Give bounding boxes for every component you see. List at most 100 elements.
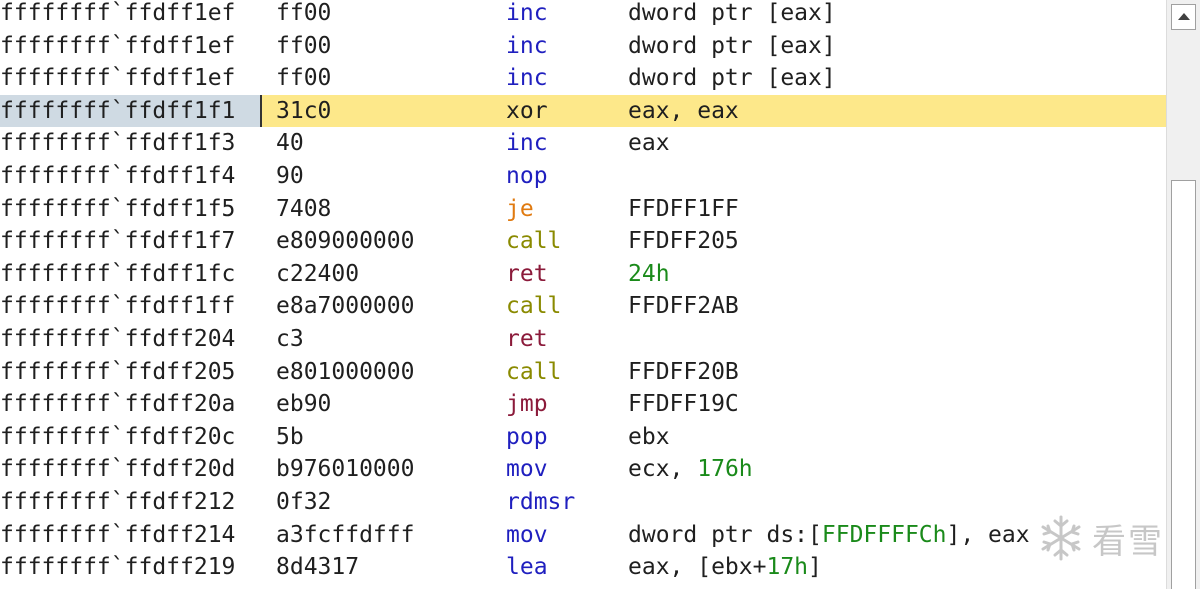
operand-text: eax, [ebx+ — [628, 554, 767, 581]
mnemonic-cell: call — [506, 358, 562, 385]
opcode-bytes-cell: e801000000 — [276, 358, 415, 385]
address-cell: ffffffff`ffdff1ef — [0, 32, 236, 59]
instruction-row[interactable]: ffffffff`ffdff20d b976010000 mov ecx, 176h — [0, 453, 1166, 485]
instruction-row[interactable]: ffffffff`ffdff219 8d4317 lea eax, [ebx+17h] — [0, 551, 1166, 583]
operand-number: FFDFFFFCh — [821, 521, 947, 548]
operand-text: ecx, — [628, 456, 698, 483]
operands-cell: dword ptr [eax] — [628, 0, 836, 29]
instruction-row[interactable]: ffffffff`ffdff204 c3 ret — [0, 323, 1166, 355]
address-cell: ffffffff`ffdff219 — [0, 554, 236, 581]
instruction-row[interactable]: ffffffff`ffdff1f5 7408 je FFDFF1FF — [0, 193, 1166, 225]
address-cell: ffffffff`ffdff1ef — [0, 65, 236, 92]
opcode-bytes-cell: b976010000 — [276, 456, 415, 483]
mnemonic-cell: jmp — [506, 391, 548, 418]
opcode-bytes-cell: 7408 — [276, 195, 332, 222]
opcode-bytes-cell: ff00 — [276, 0, 332, 26]
operand-text: FFDFF205 — [628, 228, 739, 255]
operands-cell: FFDFF20B — [628, 356, 739, 388]
operand-text: ebx — [628, 423, 670, 450]
instruction-row[interactable]: ffffffff`ffdff1f4 90 nop — [0, 160, 1166, 192]
operand-number: 24h — [628, 260, 670, 287]
operands-cell: FFDFF19C — [628, 388, 739, 420]
address-cell: ffffffff`ffdff1f3 — [0, 130, 236, 157]
scroll-thumb[interactable] — [1171, 180, 1196, 589]
mnemonic-cell: inc — [506, 130, 548, 157]
instruction-row[interactable]: ffffffff`ffdff1ff e8a7000000 call FFDFF2AB — [0, 290, 1166, 322]
address-cell: ffffffff`ffdff1f7 — [0, 228, 236, 255]
opcode-bytes-cell: c22400 — [276, 260, 360, 287]
address-cell: ffffffff`ffdff20d — [0, 456, 236, 483]
operand-text: dword ptr [eax] — [628, 32, 836, 59]
opcode-bytes-cell: 0f32 — [276, 489, 332, 515]
disassembly-listing[interactable]: ffffffff`ffdff1ef ff00 inc dword ptr [eax] f… — [0, 0, 1166, 589]
opcode-bytes-cell: c3 — [276, 326, 304, 352]
watermark: 看雪 — [1036, 510, 1164, 566]
instruction-row[interactable]: ffffffff`ffdff20c 5b pop ebx — [0, 421, 1166, 453]
operands-cell: ebx — [628, 421, 670, 453]
address-cell: ffffffff`ffdff1f5 — [0, 195, 236, 222]
address-cell: ffffffff`ffdff1ef — [0, 0, 236, 26]
opcode-bytes-cell: e809000000 — [276, 228, 415, 255]
operands-cell: dword ptr ds:[FFDFFFFCh], eax — [628, 519, 1030, 551]
operands-cell: dword ptr [eax] — [628, 30, 836, 62]
operand-text: FFDFF1FF — [628, 195, 739, 222]
watermark-text: 看雪 — [1092, 521, 1164, 562]
instruction-row[interactable]: ffffffff`ffdff214 a3fcffdfff mov dword ptr … — [0, 519, 1166, 551]
instruction-row[interactable]: ffffffff`ffdff1f7 e809000000 call FFDFF205 — [0, 225, 1166, 257]
mnemonic-cell: mov — [506, 521, 548, 548]
instruction-row[interactable]: ffffffff`ffdff1ef ff00 inc dword ptr [eax] — [0, 0, 1166, 29]
opcode-bytes-cell: 31c0 — [276, 97, 332, 124]
operand-text: dword ptr [eax] — [628, 0, 836, 26]
operands-cell: FFDFF2AB — [628, 290, 739, 322]
vertical-scrollbar[interactable] — [1166, 0, 1200, 589]
operands-cell: eax — [628, 127, 670, 159]
instruction-row[interactable]: ffffffff`ffdff1fc c22400 ret 24h — [0, 258, 1166, 290]
operands-cell: eax, eax — [628, 95, 739, 127]
address-cell: ffffffff`ffdff20a — [0, 391, 236, 418]
opcode-bytes-cell: ff00 — [276, 65, 332, 92]
mnemonic-cell: lea — [506, 554, 548, 581]
opcode-bytes-cell: eb90 — [276, 391, 332, 418]
opcode-bytes-cell: 40 — [276, 130, 304, 157]
instruction-row[interactable]: ffffffff`ffdff1ef ff00 inc dword ptr [eax] — [0, 30, 1166, 62]
mnemonic-cell: je — [506, 195, 534, 222]
disassembly-window: ffffffff`ffdff1ef ff00 inc dword ptr [eax] f… — [0, 0, 1200, 589]
operand-text: ] — [808, 554, 822, 581]
mnemonic-cell: call — [506, 228, 562, 255]
operands-cell: ecx, 176h — [628, 453, 753, 485]
opcode-bytes-cell: ff00 — [276, 32, 332, 59]
address-cell: ffffffff`ffdff204 — [0, 326, 236, 352]
opcode-bytes-cell: 8d4317 — [276, 554, 360, 581]
mnemonic-cell: inc — [506, 0, 548, 26]
operands-cell: FFDFF1FF — [628, 193, 739, 225]
opcode-bytes-cell: e8a7000000 — [276, 293, 415, 320]
scroll-up-arrow-icon[interactable] — [1171, 4, 1196, 30]
mnemonic-cell: nop — [506, 163, 548, 189]
mnemonic-cell: inc — [506, 32, 548, 59]
mnemonic-cell: call — [506, 293, 562, 320]
mnemonic-cell: rdmsr — [506, 489, 576, 515]
opcode-bytes-cell: 5b — [276, 423, 304, 450]
instruction-row[interactable]: ffffffff`ffdff1f3 40 inc eax — [0, 127, 1166, 159]
operand-text: dword ptr [eax] — [628, 65, 836, 92]
address-cell: ffffffff`ffdff1f1 — [0, 94, 262, 127]
instruction-row[interactable]: ffffffff`ffdff205 e801000000 call FFDFF20B — [0, 356, 1166, 388]
instruction-row[interactable]: ffffffff`ffdff1ef ff00 inc dword ptr [eax] — [0, 62, 1166, 94]
opcode-bytes-cell: 90 — [276, 163, 304, 189]
mnemonic-cell: xor — [506, 97, 548, 124]
operand-text: eax, eax — [628, 97, 739, 124]
address-cell: ffffffff`ffdff1f4 — [0, 163, 236, 189]
operand-text: FFDFF19C — [628, 391, 739, 418]
current-instruction-row[interactable]: ffffffff`ffdff1f1 31c0 xor eax, eax — [0, 94, 1166, 127]
address-cell: ffffffff`ffdff214 — [0, 521, 236, 548]
mnemonic-cell: mov — [506, 456, 548, 483]
operand-text: ], eax — [946, 521, 1030, 548]
mnemonic-cell: pop — [506, 423, 548, 450]
operands-cell: 24h — [628, 258, 670, 290]
instruction-row[interactable]: ffffffff`ffdff212 0f32 rdmsr — [0, 486, 1166, 518]
instruction-row[interactable]: ffffffff`ffdff20a eb90 jmp FFDFF19C — [0, 388, 1166, 420]
operands-cell: FFDFF205 — [628, 225, 739, 257]
operand-number: 176h — [697, 456, 753, 483]
operand-text: FFDFF20B — [628, 358, 739, 385]
snowflake-icon — [1041, 515, 1081, 561]
